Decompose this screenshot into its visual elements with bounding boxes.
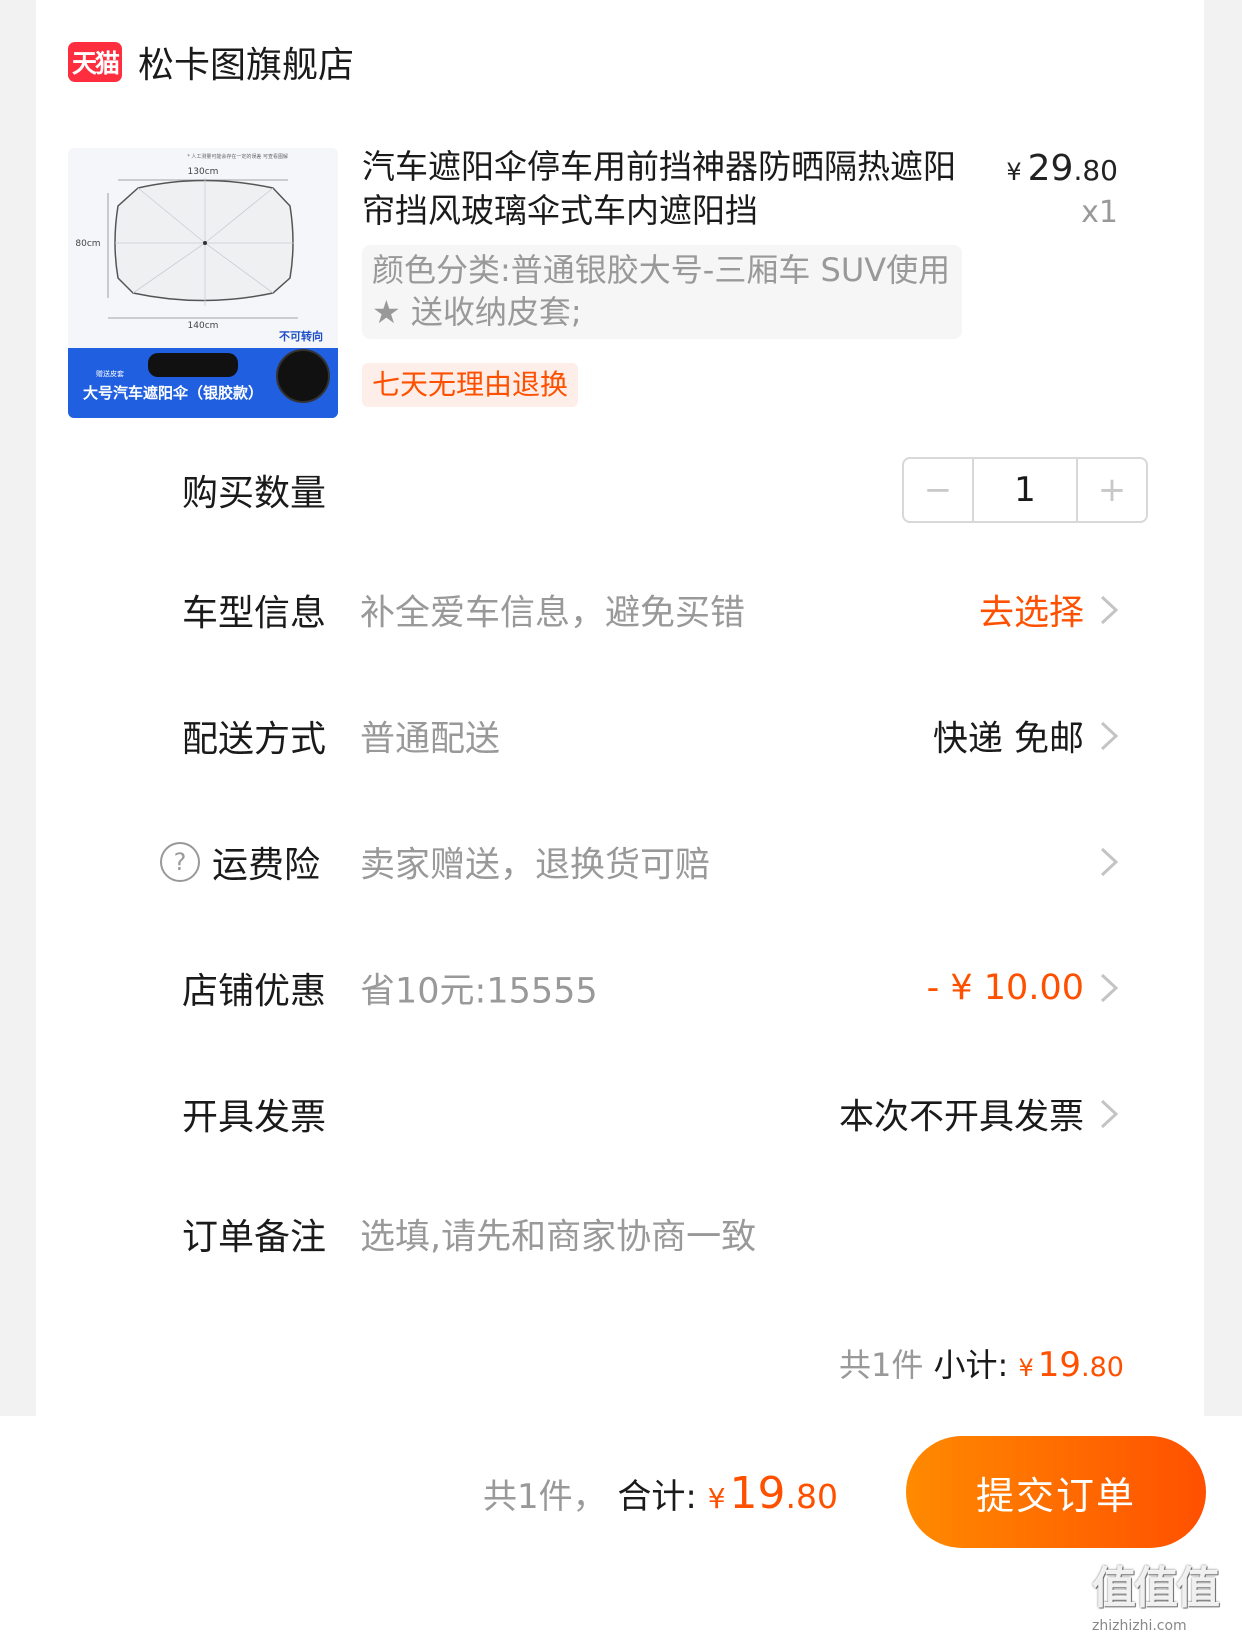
- help-icon[interactable]: ?: [160, 842, 200, 882]
- total-int: 19: [729, 1468, 786, 1519]
- dim-left: 80cm: [75, 239, 100, 249]
- label-no-turn: 不可转向: [279, 329, 323, 343]
- return-policy-tag: 七天无理由退换: [362, 363, 579, 407]
- price-dec: .80: [1073, 154, 1118, 187]
- order-total: 共1件， 合计: ¥19.80: [483, 1468, 838, 1519]
- product-illustration: * 人工测量可能会存在一定的误差 可查看图解 130cm 80cm 140cm …: [68, 148, 338, 418]
- remark-label: 订单备注: [182, 1217, 327, 1258]
- invoice-label: 开具发票: [182, 1097, 327, 1138]
- total-symbol: ¥: [707, 1482, 726, 1515]
- image-note: * 人工测量可能会存在一定的误差 可查看图解: [187, 153, 288, 160]
- car-model-row[interactable]: 车型信息 补全爱车信息，避免买错 去选择: [36, 570, 1204, 650]
- delivery-desc: 普通配送: [360, 719, 501, 760]
- total-dec: .80: [785, 1477, 838, 1516]
- delivery-value: 快递 免邮: [932, 719, 1084, 760]
- quantity-row: 购买数量 − 1 +: [36, 450, 1204, 530]
- shipping-insurance-desc: 卖家赠送，退换货可赔: [360, 845, 711, 886]
- chevron-right-icon: [1100, 847, 1119, 877]
- submit-order-button[interactable]: 提交订单: [906, 1436, 1206, 1548]
- shop-name[interactable]: 松卡图旗舰店: [138, 36, 354, 88]
- shop-discount-label: 店铺优惠: [182, 971, 327, 1012]
- shop-discount-row[interactable]: 店铺优惠 省10元:15555 - ¥ 10.00: [36, 948, 1204, 1028]
- dim-top: 130cm: [188, 167, 219, 177]
- decrement-button[interactable]: −: [904, 459, 972, 521]
- watermark-url: zhizhizhi.com: [1092, 1618, 1187, 1634]
- increment-button[interactable]: +: [1078, 459, 1146, 521]
- delivery-label: 配送方式: [182, 719, 327, 760]
- subtotal-int: 19: [1037, 1345, 1082, 1385]
- invoice-row[interactable]: 开具发票 本次不开具发票: [36, 1074, 1204, 1154]
- tmall-logo: 天猫: [68, 42, 122, 82]
- dim-bottom: 140cm: [188, 321, 219, 331]
- product-title[interactable]: 汽车遮阳伞停车用前挡神器防晒隔热遮阳帘挡风玻璃伞式车内遮阳挡: [362, 145, 984, 233]
- quantity-value[interactable]: 1: [972, 459, 1078, 521]
- watermark-logo: 值值值: [1092, 1563, 1220, 1614]
- chevron-right-icon: [1100, 721, 1119, 751]
- total-label: 合计:: [617, 1477, 697, 1517]
- quantity-label: 购买数量: [182, 473, 327, 514]
- chevron-right-icon: [1100, 595, 1119, 625]
- delivery-row[interactable]: 配送方式 普通配送 快递 免邮: [36, 696, 1204, 776]
- total-amount: ¥19.80: [707, 1468, 838, 1519]
- car-model-desc: 补全爱车信息，避免买错: [360, 593, 746, 634]
- shop-discount-desc: 省10元:15555: [360, 971, 598, 1012]
- sku-spec[interactable]: 颜色分类:普通银胶大号-三厢车 SUV使用 ★ 送收纳皮套;: [362, 245, 962, 339]
- subtotal-label: 小计:: [933, 1346, 1009, 1384]
- quantity-multiplier: x1: [1081, 195, 1118, 230]
- subtotal-count: 共1件: [838, 1346, 924, 1384]
- chevron-right-icon: [1100, 1099, 1119, 1129]
- discount-amount: - ¥ 10.00: [926, 968, 1084, 1008]
- product-image[interactable]: * 人工测量可能会存在一定的误差 可查看图解 130cm 80cm 140cm …: [68, 148, 338, 418]
- subtotal: 共1件 小计: ¥19.80: [839, 1340, 1124, 1386]
- remark-row: 订单备注 选填,请先和商家协商一致: [36, 1194, 1204, 1274]
- product-price: ¥29.80: [1006, 148, 1118, 189]
- shipping-insurance-label: 运费险: [212, 845, 321, 886]
- car-model-label: 车型信息: [182, 593, 327, 634]
- subtotal-amount: ¥19.80: [1018, 1345, 1125, 1385]
- watermark: 值值值 zhizhizhi.com: [1092, 1552, 1238, 1634]
- quantity-stepper[interactable]: − 1 +: [902, 457, 1148, 523]
- price-int: 29: [1027, 148, 1074, 189]
- chevron-right-icon: [1100, 973, 1119, 1003]
- total-count: 共1件，: [482, 1477, 607, 1517]
- shipping-insurance-row[interactable]: ? 运费险 卖家赠送，退换货可赔: [36, 822, 1204, 902]
- shop-header[interactable]: 天猫 松卡图旗舰店: [68, 38, 354, 86]
- subtotal-symbol: ¥: [1018, 1354, 1034, 1382]
- image-banner: 大号汽车遮阳伞（银胶款）: [83, 384, 263, 402]
- invoice-value: 本次不开具发票: [838, 1097, 1084, 1138]
- label-gift: 赠送皮套: [96, 369, 124, 378]
- price-symbol: ¥: [1006, 158, 1022, 186]
- remark-input[interactable]: 选填,请先和商家协商一致: [360, 1209, 756, 1260]
- choose-car-link[interactable]: 去选择: [979, 585, 1084, 636]
- subtotal-dec: .80: [1081, 1352, 1124, 1383]
